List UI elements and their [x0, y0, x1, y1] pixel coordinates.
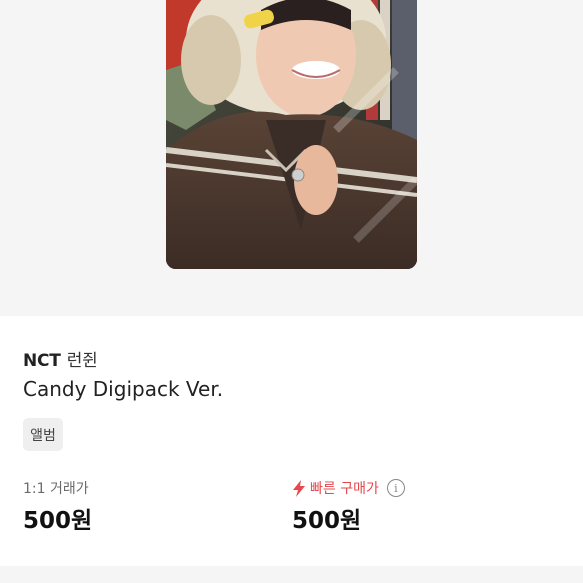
trade-price-value: 500원	[23, 508, 93, 534]
artist-line: NCT 런쥔	[23, 346, 98, 371]
member-name: 런쥔	[66, 351, 98, 371]
photocard-image[interactable]	[166, 0, 417, 269]
lightning-icon	[293, 479, 305, 497]
fast-price-value: 500원	[292, 508, 362, 534]
group-name[interactable]: NCT	[23, 351, 61, 371]
info-icon[interactable]: i	[386, 479, 405, 497]
trade-price-label: 1:1 거래가	[23, 481, 89, 497]
category-tag[interactable]: 앨범	[23, 418, 63, 451]
product-image-area	[0, 0, 583, 316]
fast-price-label-row: 빠른 구매가 i	[292, 478, 405, 498]
fast-price-label: 빠른 구매가	[310, 481, 379, 497]
photocard-illustration	[166, 0, 417, 269]
product-title: Candy Digipack Ver.	[23, 377, 224, 401]
section-divider	[0, 566, 583, 583]
